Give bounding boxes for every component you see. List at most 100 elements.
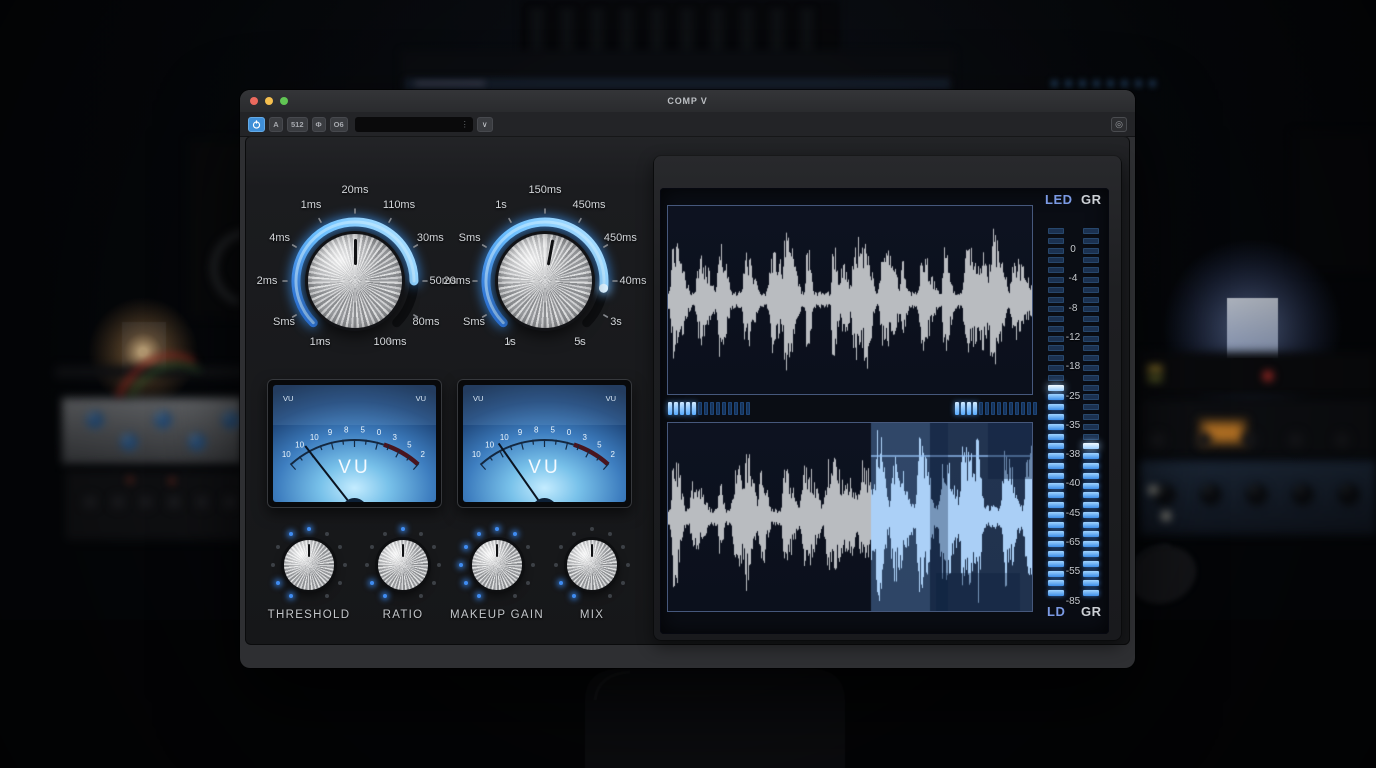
knob-led-dot <box>464 545 468 549</box>
attack-dial: 1msSms2ms4ms1ms20ms110ms30ms50ms80ms100m… <box>255 181 455 381</box>
knob-led-dot <box>477 594 481 598</box>
strip-led-segment <box>1027 402 1031 415</box>
knob-led-dot <box>276 581 280 585</box>
svg-text:0: 0 <box>567 428 572 437</box>
knob-led-dot <box>531 563 535 567</box>
svg-text:8: 8 <box>534 425 539 434</box>
meter-led-segment <box>1048 267 1064 273</box>
dial-scale-label: 5s <box>574 336 586 348</box>
strip-led-segment <box>1003 402 1007 415</box>
knob-led-dot <box>572 532 576 536</box>
strip-led-segment <box>985 402 989 415</box>
preset-chevron-button[interactable]: ∨ <box>477 117 493 132</box>
meter-led-segment <box>1048 287 1064 293</box>
knob-led-dot <box>459 563 463 567</box>
svg-text:5: 5 <box>361 425 366 434</box>
dial-scale-label: Sms <box>463 316 485 328</box>
knob-led-dot <box>338 581 342 585</box>
meter-led-segment <box>1083 434 1099 440</box>
strip-led-segment <box>973 402 977 415</box>
strip-led-segment <box>686 402 690 415</box>
settings-icon: ◎ <box>1115 119 1123 130</box>
svg-text:2: 2 <box>610 450 615 459</box>
strip-led-segment <box>1021 402 1025 415</box>
led-strip-left <box>668 402 750 415</box>
knob-led-dot <box>464 581 468 585</box>
display-panel: LED GR 0-4-8-12-18-25-35-38-40-45-65-55-… <box>653 155 1122 641</box>
settings-button[interactable]: ◎ <box>1111 117 1127 132</box>
knob-led-dot <box>432 545 436 549</box>
svg-text:9: 9 <box>518 428 523 437</box>
strip-led-segment <box>967 402 971 415</box>
makeup-gain-knob[interactable] <box>447 515 547 615</box>
knob-led-dot <box>559 545 563 549</box>
knob-led-dot <box>419 594 423 598</box>
zoom-button[interactable] <box>280 97 288 105</box>
svg-text:10: 10 <box>310 433 319 442</box>
dial-scale-label: Sms <box>273 316 295 328</box>
db-scale-label: -18 <box>1058 361 1088 372</box>
release-knob[interactable] <box>498 234 592 328</box>
svg-text:5: 5 <box>597 440 602 449</box>
knob-led-dot <box>526 545 530 549</box>
latency-button[interactable]: 512 <box>287 117 308 132</box>
strip-led-segment <box>740 402 744 415</box>
svg-text:5: 5 <box>551 425 556 434</box>
plugin-toolbar: A 512 Φ O6 ⋮ ∨ ◎ <box>240 112 1135 137</box>
strip-led-segment <box>1033 402 1037 415</box>
meter-led-segment <box>1048 492 1064 498</box>
plugin-window: COMP V A 512 Φ O6 ⋮ ∨ ◎ <box>240 90 1135 668</box>
threshold-label: THRESHOLD <box>268 609 351 621</box>
dial-scale-label: 1ms <box>310 336 331 348</box>
close-button[interactable] <box>250 97 258 105</box>
knob-led-dot <box>621 545 625 549</box>
compare-button[interactable]: A <box>269 117 283 132</box>
knob-led-dot <box>621 581 625 585</box>
power-button[interactable] <box>248 117 265 132</box>
knob-led-dot <box>572 594 576 598</box>
preset-field[interactable]: ⋮ <box>355 117 473 132</box>
strip-led-segment <box>1009 402 1013 415</box>
strip-led-segment <box>674 402 678 415</box>
threshold-knob[interactable] <box>259 515 359 615</box>
routing-button[interactable]: O6 <box>330 117 348 132</box>
svg-text:VU: VU <box>606 394 616 403</box>
plugin-panel: 1msSms2ms4ms1ms20ms110ms30ms50ms80ms100m… <box>245 136 1130 645</box>
phase-button[interactable]: Φ <box>312 117 326 132</box>
minimize-button[interactable] <box>265 97 273 105</box>
knob-led-dot <box>477 532 481 536</box>
mix-knob[interactable] <box>542 515 642 615</box>
strip-led-segment <box>680 402 684 415</box>
dial-scale-label: 100ms <box>373 336 406 348</box>
meter-led-segment <box>1083 257 1099 263</box>
meter-led-segment <box>1083 404 1099 410</box>
analyzer-screen: LED GR 0-4-8-12-18-25-35-38-40-45-65-55-… <box>660 188 1109 634</box>
knob-led-dot <box>590 527 594 531</box>
meter-led-segment <box>1048 463 1064 469</box>
svg-text:10: 10 <box>500 433 509 442</box>
db-scale-label: -4 <box>1058 273 1088 284</box>
dial-scale-label: 4ms <box>269 232 290 244</box>
knob-led-dot <box>383 532 387 536</box>
window-titlebar[interactable]: COMP V <box>240 90 1135 112</box>
traffic-lights <box>240 97 288 105</box>
knob-led-dot <box>559 581 563 585</box>
attack-knob[interactable] <box>308 234 402 328</box>
strip-led-segment <box>728 402 732 415</box>
meter-led-segment <box>1048 316 1064 322</box>
dial-scale-label: 450ms <box>572 199 605 211</box>
power-icon <box>252 120 261 129</box>
knob-led-dot <box>495 527 499 531</box>
knob-led-dot <box>289 594 293 598</box>
release-knob-pointer <box>546 239 553 265</box>
dial-scale-label: 450ms <box>604 232 637 244</box>
vu-meter-right: 1010109850352VUVUVU <box>457 379 632 508</box>
ratio-knob[interactable] <box>353 515 453 615</box>
gr-meter-header: GR <box>1081 192 1102 207</box>
meter-led-segment <box>1083 492 1099 498</box>
dial-scale-label: 30ms <box>417 232 444 244</box>
release-dial: 1sSms20msSms1s150ms450ms450ms40ms3s5s <box>445 181 645 381</box>
dial-scale-label: 1ms <box>301 199 322 211</box>
dial-scale-label: 20ms <box>342 184 369 196</box>
knob-led-dot <box>289 532 293 536</box>
